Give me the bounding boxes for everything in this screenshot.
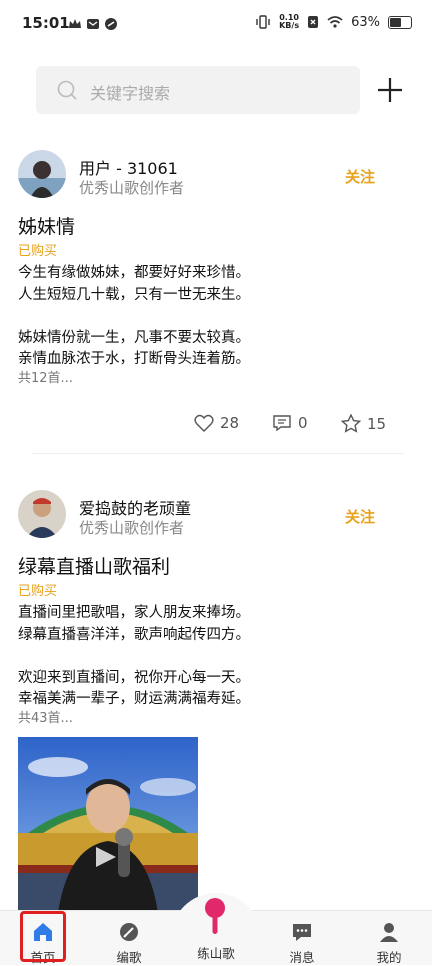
- wifi-icon: [327, 16, 343, 28]
- video-thumbnail[interactable]: [18, 737, 198, 913]
- user-icon: [380, 923, 398, 942]
- nav-messages[interactable]: 消息: [267, 911, 337, 965]
- search-bar[interactable]: 关键字搜索: [36, 66, 360, 114]
- search-placeholder: 关键字搜索: [90, 84, 171, 103]
- message-icon: [293, 924, 311, 941]
- app-icon: [105, 18, 117, 30]
- comment-icon: [273, 415, 291, 432]
- battery-percent: 63%: [351, 14, 380, 30]
- search-icon: [57, 80, 77, 100]
- nav-mine-label: 我的: [376, 950, 402, 965]
- net-speed: 0.10 KB/s: [279, 14, 299, 30]
- sim-icon: [308, 16, 319, 28]
- bought-tag: 已购买: [18, 584, 58, 599]
- divider: [32, 453, 404, 454]
- post-user-role: 优秀山歌创作者: [79, 519, 185, 537]
- compose-icon: [120, 923, 138, 941]
- post-actions: 28 0 15: [0, 414, 432, 438]
- net-speed-unit: KB/s: [279, 21, 300, 30]
- home-highlight-box: [20, 911, 66, 962]
- avatar[interactable]: [18, 150, 66, 198]
- mail-icon: [87, 19, 99, 29]
- follow-button[interactable]: 关注: [345, 506, 375, 527]
- post-lyrics: 直播间里把歌唱，家人朋友来捧场。 绿幕直播喜洋洋，歌声响起传四方。 欢迎来到直播…: [18, 605, 250, 707]
- post-user-role: 优秀山歌创作者: [79, 179, 185, 197]
- battery-icon: [388, 15, 412, 29]
- nav-messages-label: 消息: [289, 950, 315, 965]
- microphone-icon[interactable]: [200, 896, 230, 936]
- post-title[interactable]: 绿幕直播山歌福利: [18, 552, 170, 579]
- status-time: 15:01: [22, 14, 70, 32]
- nav-practice-label: 练山歌: [197, 946, 235, 961]
- post-lyrics: 今生有缘做姊妹，都要好好来珍惜。 人生短短几十载，只有一世无来生。 姊妹情份就一…: [18, 265, 250, 367]
- vibrate-icon: [256, 15, 270, 29]
- nav-mine[interactable]: 我的: [354, 911, 424, 965]
- bought-tag: 已购买: [18, 244, 58, 259]
- nav-compose-label: 编歌: [116, 950, 142, 965]
- like-count: 28: [220, 414, 240, 432]
- star-count: 15: [367, 414, 387, 433]
- like-button[interactable]: 28: [194, 414, 239, 432]
- post-username[interactable]: 用户 - 31061: [79, 155, 178, 179]
- post-title[interactable]: 姊妹情: [18, 212, 75, 239]
- favorite-button[interactable]: 15: [341, 414, 386, 433]
- avatar[interactable]: [18, 490, 66, 538]
- add-icon[interactable]: [376, 76, 404, 104]
- nav-compose[interactable]: 编歌: [94, 911, 164, 965]
- comment-button[interactable]: 0: [272, 414, 308, 432]
- star-icon: [341, 414, 361, 433]
- comment-count: 0: [298, 414, 308, 432]
- follow-button[interactable]: 关注: [345, 166, 375, 187]
- crown-icon: [69, 19, 81, 28]
- status-bar: 15:01 0.10 KB/s 63%: [0, 0, 432, 50]
- song-count[interactable]: 共43首...: [18, 707, 73, 726]
- post-username[interactable]: 爱捣鼓的老顽童: [79, 495, 191, 519]
- song-count[interactable]: 共12首...: [18, 367, 73, 386]
- heart-icon: [194, 414, 214, 432]
